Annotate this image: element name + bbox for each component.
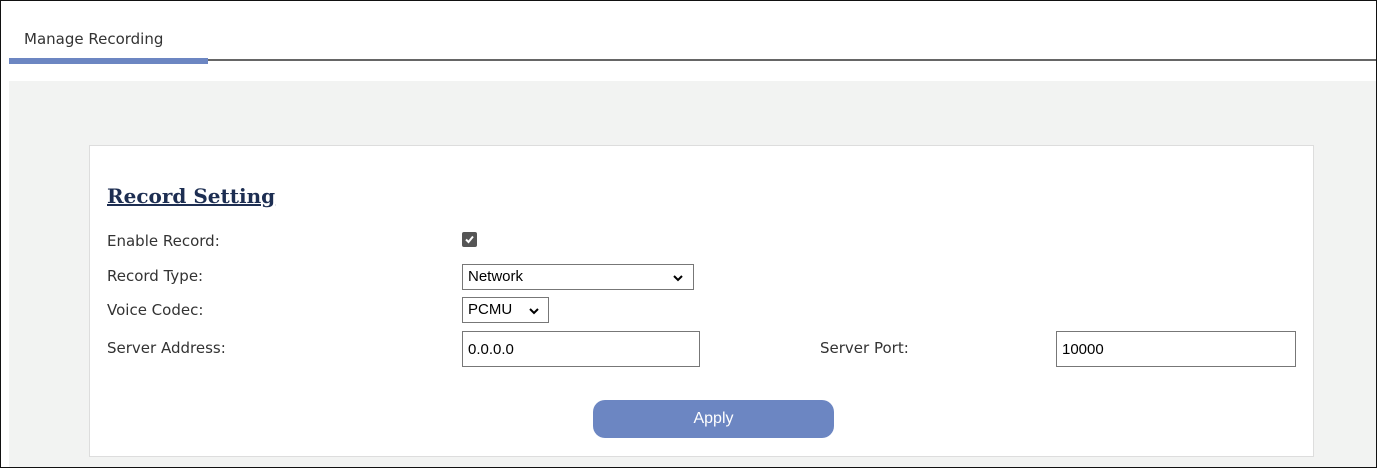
tab-manage-recording[interactable]: Manage Recording bbox=[24, 30, 163, 48]
section-title: Record Setting bbox=[107, 184, 276, 208]
tab-underline bbox=[9, 59, 1376, 61]
record-type-select[interactable]: Network bbox=[462, 264, 694, 290]
content-area: Record Setting Enable Record: Record Typ… bbox=[9, 81, 1376, 467]
voice-codec-label: Voice Codec: bbox=[107, 301, 204, 319]
voice-codec-select[interactable]: PCMU bbox=[462, 297, 549, 323]
server-port-label: Server Port: bbox=[820, 339, 909, 357]
active-tab-indicator bbox=[9, 58, 208, 64]
voice-codec-value: PCMU bbox=[468, 301, 513, 318]
enable-record-checkbox[interactable] bbox=[462, 232, 477, 247]
record-setting-panel: Record Setting Enable Record: Record Typ… bbox=[89, 145, 1314, 457]
chevron-down-icon bbox=[673, 275, 683, 282]
checkmark-icon bbox=[465, 235, 474, 244]
server-address-label: Server Address: bbox=[107, 339, 226, 357]
chevron-down-icon bbox=[529, 308, 539, 315]
record-type-label: Record Type: bbox=[107, 267, 204, 285]
server-address-value: 0.0.0.0 bbox=[468, 341, 514, 358]
enable-record-label: Enable Record: bbox=[107, 232, 220, 250]
record-type-value: Network bbox=[468, 268, 524, 285]
server-address-input[interactable]: 0.0.0.0 bbox=[462, 331, 700, 367]
server-port-value: 10000 bbox=[1062, 341, 1104, 358]
apply-button[interactable]: Apply bbox=[593, 400, 834, 438]
server-port-input[interactable]: 10000 bbox=[1056, 331, 1296, 367]
tab-bar: Manage Recording bbox=[1, 1, 1376, 64]
window-frame: Manage Recording Record Setting Enable R… bbox=[0, 0, 1377, 468]
